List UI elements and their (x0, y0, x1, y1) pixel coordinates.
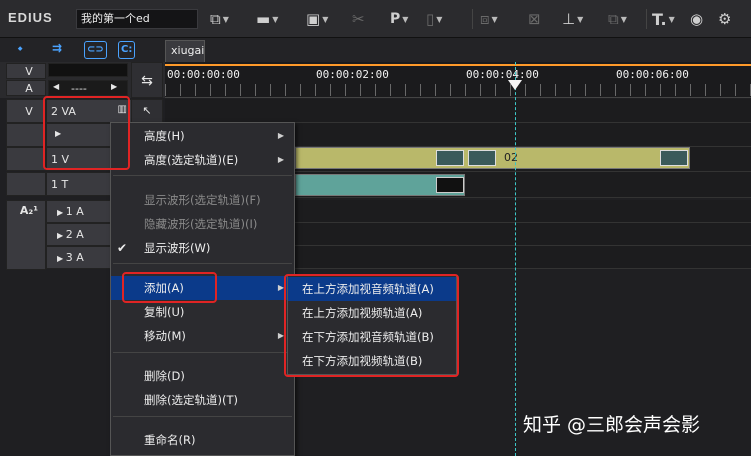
watermark-text: 知乎 @三郎会声会影 (523, 414, 701, 436)
sync-lock-icon[interactable]: ⊂⊃ (84, 41, 107, 59)
insert-mode-icon[interactable]: ⇉ (52, 41, 62, 59)
annotation-box-submenu (284, 274, 459, 377)
expand-icon: ▶ (57, 231, 66, 240)
timecode-label: 00:00:02:00 (316, 68, 389, 81)
link-toggle-icon[interactable]: C: (118, 41, 136, 59)
title-clip[interactable] (295, 174, 465, 196)
expand-icon: ▶ (57, 254, 66, 263)
toolbar-divider (472, 9, 473, 29)
patch-indicator (48, 63, 128, 77)
menu-item-height-selected[interactable]: 高度(选定轨道)(E) ▶ (111, 148, 294, 172)
copy-icon[interactable]: ⧈ ▼ (480, 7, 498, 31)
chevron-right-icon: ▶ (111, 82, 118, 91)
track-type-v: V (6, 99, 46, 123)
track-type-empty (6, 172, 46, 196)
ripple-mode-icon[interactable]: ⬩ (18, 41, 22, 59)
ruler-ticks (165, 84, 751, 96)
clip-thumbnail (436, 177, 464, 193)
timeline-ruler[interactable]: 00:00:00:00 00:00:02:00 00:00:04:00 00:0… (165, 62, 751, 98)
crop-icon[interactable]: ⧉ ▼ (608, 7, 627, 31)
menu-item-move[interactable]: 移动(M) ▶ (111, 324, 294, 348)
annotation-box-tracks (43, 96, 130, 170)
playhead-handle[interactable] (508, 80, 522, 90)
sequence-icon[interactable]: ⧉ ▼ (210, 7, 229, 31)
timecode-label: 00:00:06:00 (616, 68, 689, 81)
marker-icon[interactable]: ⊥ ▼ (562, 7, 583, 31)
track-control-arrow-icon[interactable]: ↖ (131, 99, 163, 123)
submenu-arrow-icon: ▶ (277, 131, 284, 140)
menu-separator (113, 175, 292, 176)
clip-thumbnail (468, 150, 496, 166)
menu-item-show-waveform-selected: 显示波形(选定轨道)(F) (144, 193, 261, 207)
export-icon[interactable]: ▯ ▼ (426, 7, 442, 31)
menu-item-rename[interactable]: 重命名(R) (111, 428, 294, 452)
app-logo: EDIUS (8, 10, 53, 25)
menu-item-show-waveform[interactable]: ✔ 显示波形(W) (111, 236, 294, 260)
annotation-box-add (122, 272, 217, 303)
v-patch-label[interactable]: V (6, 63, 46, 79)
tab-sequence[interactable]: xiugai (165, 40, 205, 62)
p-text-icon[interactable]: P ▼ (390, 7, 408, 31)
menu-separator (113, 416, 292, 417)
channel-select[interactable]: ◀ ---- ▶ (48, 80, 128, 96)
audio-patch-label[interactable]: A₂¹ (6, 200, 46, 270)
playhead-line[interactable] (515, 62, 516, 456)
submenu-arrow-icon: ▶ (277, 155, 284, 164)
menu-item-height[interactable]: 高度(H) ▶ (111, 124, 294, 148)
expand-icon: ▶ (57, 208, 66, 217)
video-clip[interactable]: 02 (295, 147, 690, 169)
timecode-label: 00:00:04:00 (466, 68, 539, 81)
mode-bar (0, 38, 751, 62)
main-toolbar: EDIUS 我的第一个ed ⧉ ▼ ▬ ▼ ▣ ▼ ✂ P ▼ ▯ ▼ ⧈ ▼ ⊠ ⊥ ▼ ⧉… (0, 0, 751, 38)
chevron-left-icon: ◀ (53, 82, 60, 91)
menu-item-delete-selected[interactable]: 删除(选定轨道)(T) (111, 388, 294, 412)
menu-item-duplicate[interactable]: 复制(U) (111, 300, 294, 324)
in-out-range-bar (165, 64, 751, 66)
menu-separator (113, 352, 292, 353)
track-row-2va[interactable] (165, 99, 751, 123)
save-icon[interactable]: ▣ ▼ (306, 7, 328, 31)
swap-icon[interactable]: ⇆ (131, 62, 163, 98)
capture-icon[interactable]: ◉ (690, 7, 703, 31)
folder-icon[interactable]: ▬ ▼ (256, 7, 278, 31)
settings-icon[interactable]: ⚙ (718, 7, 731, 31)
toolbar-divider (646, 9, 647, 29)
menu-item-hide-waveform-selected: 隐藏波形(选定轨道)(I) (144, 217, 258, 231)
track-type-empty (6, 147, 46, 171)
check-icon: ✔ (117, 241, 128, 255)
a-patch-label[interactable]: A (6, 80, 46, 96)
delete-icon[interactable]: ⊠ (528, 7, 541, 31)
track-type-empty (6, 123, 46, 147)
title-icon[interactable]: T. ▼ (652, 7, 675, 31)
menu-item-delete[interactable]: 删除(D) (111, 364, 294, 388)
project-name-field[interactable]: 我的第一个ed (76, 9, 198, 29)
timecode-label: 00:00:00:00 (167, 68, 240, 81)
clip-thumbnail (436, 150, 464, 166)
menu-separator (113, 263, 292, 264)
clip-thumbnail (660, 150, 688, 166)
audio-channel-icon: A₂¹ (19, 204, 39, 217)
scissors-icon[interactable]: ✂ (352, 7, 365, 31)
